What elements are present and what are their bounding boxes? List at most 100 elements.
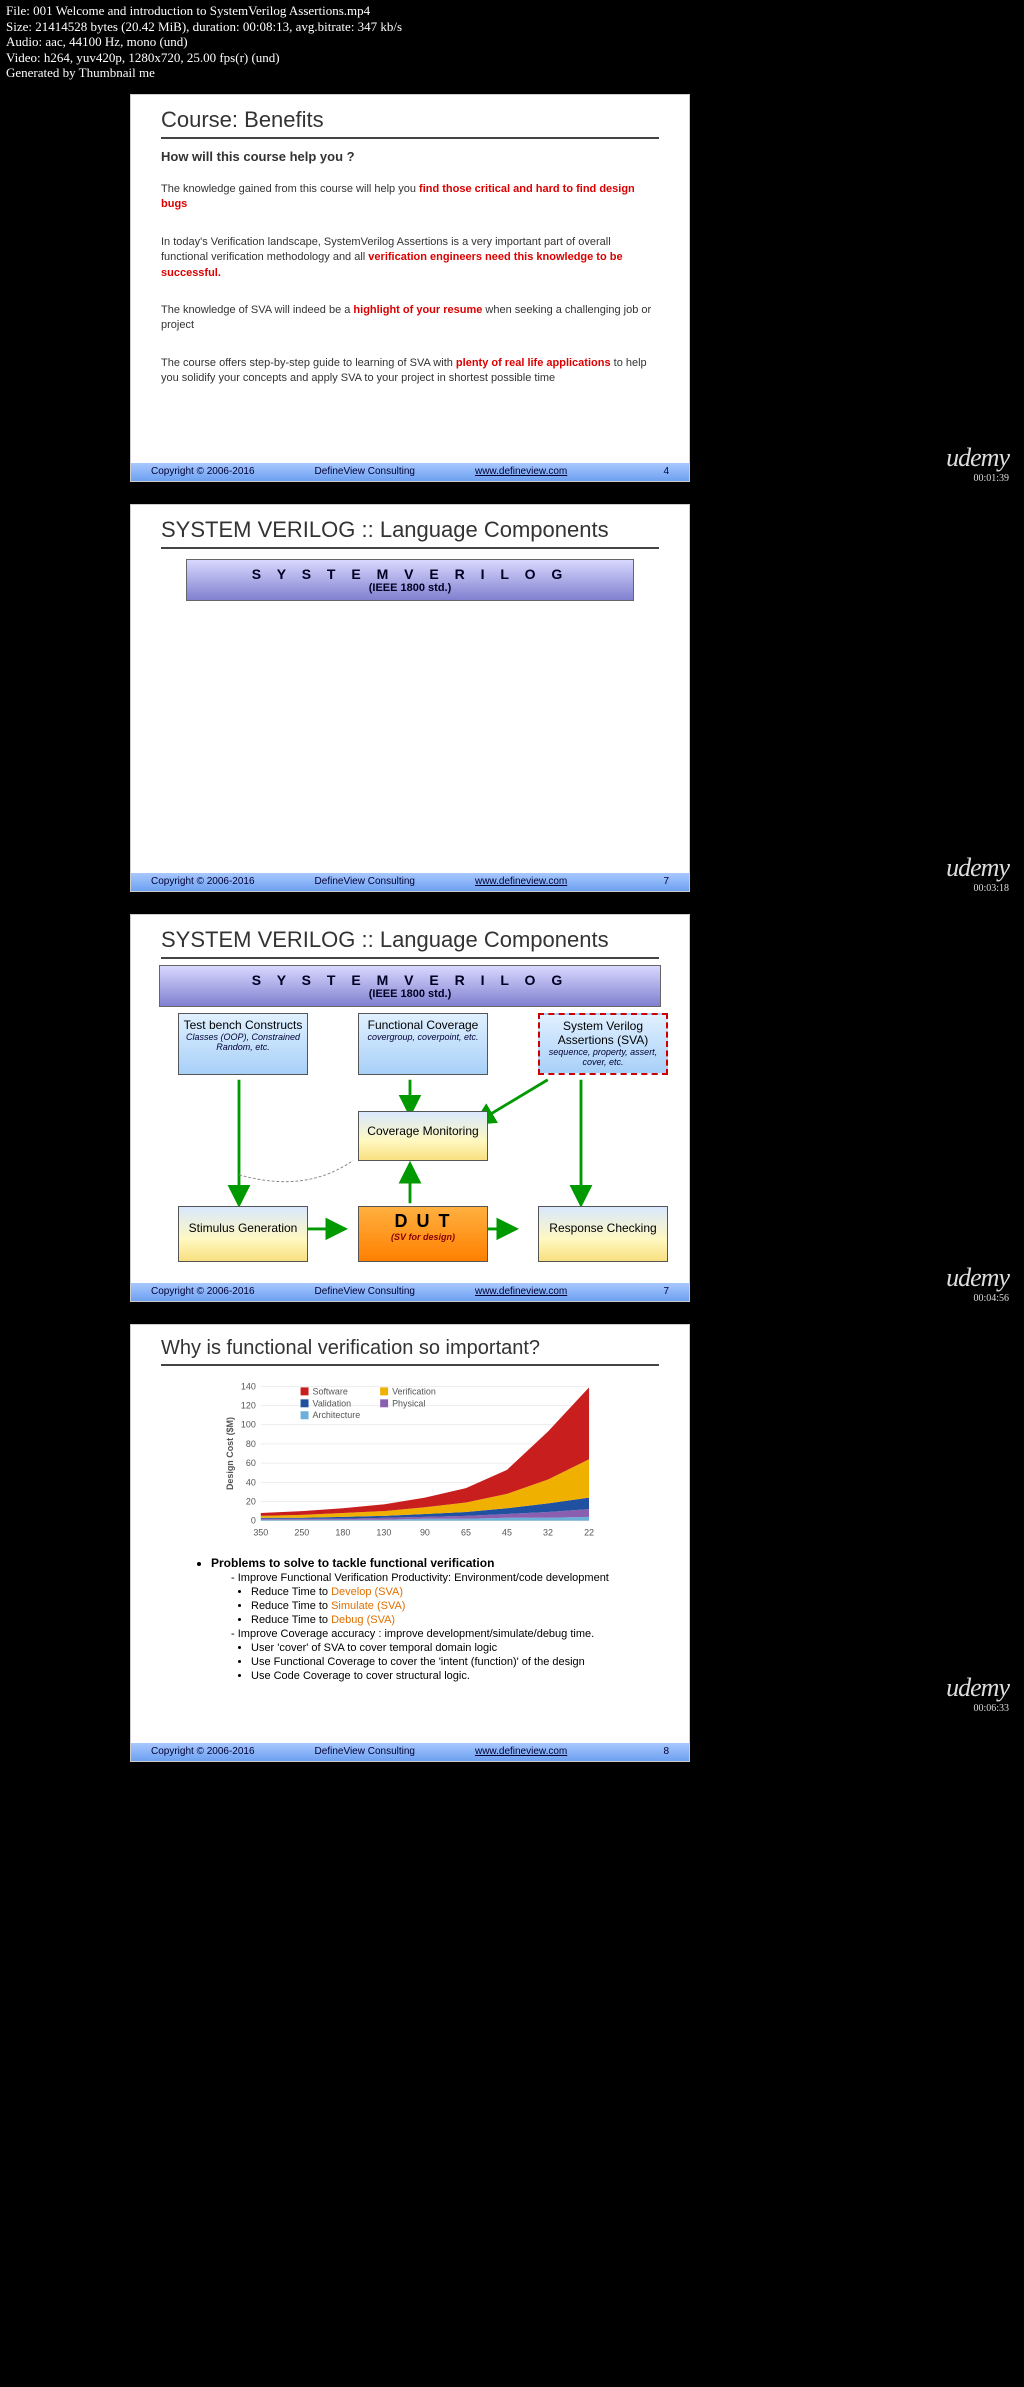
thumbnail-frame-2: SYSTEM VERILOG :: Language Components S … <box>0 494 1024 904</box>
box-response-check: Response Checking <box>538 1206 668 1262</box>
copyright: Copyright © 2006-2016 <box>151 876 255 887</box>
svg-text:Architecture: Architecture <box>313 1410 361 1420</box>
thumbnail-frame-4: Why is functional verification so import… <box>0 1314 1024 1774</box>
fi-line: Video: h264, yuv420p, 1280x720, 25.00 fp… <box>6 50 1018 66</box>
sv-header-box: S Y S T E M V E R I L O G (IEEE 1800 std… <box>159 965 661 1007</box>
svg-text:Verification: Verification <box>392 1386 436 1396</box>
svg-text:100: 100 <box>241 1420 256 1430</box>
svg-text:45: 45 <box>502 1528 512 1538</box>
page-num: 7 <box>663 876 669 887</box>
para: The knowledge of SVA will indeed be a hi… <box>161 303 659 334</box>
fi-line: Size: 21414528 bytes (20.42 MiB), durati… <box>6 19 1018 35</box>
para: In today's Verification landscape, Syste… <box>161 235 659 281</box>
box-coverage-monitoring: Coverage Monitoring <box>358 1111 488 1161</box>
sv-header-sub: (IEEE 1800 std.) <box>193 582 627 594</box>
bullet: Improve Functional Verification Producti… <box>231 1572 629 1584</box>
box-sva: System Verilog Assertions (SVA)sequence,… <box>538 1013 668 1075</box>
footer-url[interactable]: www.defineview.com <box>475 466 567 477</box>
svg-text:40: 40 <box>246 1477 256 1487</box>
svg-text:22: 22 <box>584 1528 594 1538</box>
timestamp: 00:03:18 <box>946 883 1009 894</box>
svg-text:0: 0 <box>251 1516 256 1526</box>
bullet: Use Functional Coverage to cover the 'in… <box>251 1656 629 1668</box>
file-info: File: 001 Welcome and introduction to Sy… <box>0 0 1024 84</box>
bullet: User 'cover' of SVA to cover temporal do… <box>251 1642 629 1654</box>
company: DefineView Consulting <box>315 1746 415 1757</box>
watermark: udemy 00:01:39 <box>946 443 1009 484</box>
bullet: Reduce Time to Develop (SVA) <box>251 1586 629 1598</box>
svg-text:80: 80 <box>246 1439 256 1449</box>
box-stimulus-gen: Stimulus Generation <box>178 1206 308 1262</box>
timestamp: 00:01:39 <box>946 473 1009 484</box>
svg-text:Validation: Validation <box>313 1398 352 1408</box>
para: The knowledge gained from this course wi… <box>161 182 659 213</box>
bullet-head: Problems to solve to tackle functional v… <box>211 1556 629 1570</box>
slide-title: Why is functional verification so import… <box>161 1337 659 1366</box>
watermark: udemy 00:03:18 <box>946 853 1009 894</box>
bullet: Reduce Time to Debug (SVA) <box>251 1614 629 1626</box>
udemy-logo: udemy <box>946 443 1009 473</box>
fi-line: Generated by Thumbnail me <box>6 65 1018 81</box>
footer-url[interactable]: www.defineview.com <box>475 1286 567 1297</box>
svg-text:120: 120 <box>241 1401 256 1411</box>
slide-subtitle: How will this course help you ? <box>161 149 659 164</box>
slide-title: SYSTEM VERILOG :: Language Components <box>161 927 659 959</box>
watermark: udemy 00:06:33 <box>946 1673 1009 1714</box>
slide-footer: Copyright © 2006-2016 DefineView Consult… <box>131 1743 689 1761</box>
svg-text:32: 32 <box>543 1528 553 1538</box>
svg-text:350: 350 <box>253 1528 268 1538</box>
company: DefineView Consulting <box>315 466 415 477</box>
slide-footer: Copyright © 2006-2016 DefineView Consult… <box>131 873 689 891</box>
fi-line: Audio: aac, 44100 Hz, mono (und) <box>6 34 1018 50</box>
svg-text:90: 90 <box>420 1528 430 1538</box>
copyright: Copyright © 2006-2016 <box>151 466 255 477</box>
footer-url[interactable]: www.defineview.com <box>475 876 567 887</box>
bullet-list: Problems to solve to tackle functional v… <box>191 1556 629 1682</box>
para: The course offers step-by-step guide to … <box>161 356 659 387</box>
svg-text:130: 130 <box>376 1528 391 1538</box>
page-num: 8 <box>663 1746 669 1757</box>
slide-lang-components-2: SYSTEM VERILOG :: Language Components S … <box>130 914 690 1302</box>
page-num: 4 <box>663 466 669 477</box>
slide-title: SYSTEM VERILOG :: Language Components <box>161 517 659 549</box>
svg-text:20: 20 <box>246 1496 256 1506</box>
svg-text:Design Cost ($M): Design Cost ($M) <box>225 1417 235 1490</box>
sv-header-title: S Y S T E M V E R I L O G <box>166 972 654 988</box>
thumbnail-frame-1: Course: Benefits How will this course he… <box>0 84 1024 494</box>
bullet: Improve Coverage accuracy : improve deve… <box>231 1628 629 1640</box>
box-functional-coverage: Functional Coveragecovergroup, coverpoin… <box>358 1013 488 1075</box>
company: DefineView Consulting <box>315 1286 415 1297</box>
watermark: udemy 00:04:56 <box>946 1263 1009 1304</box>
udemy-logo: udemy <box>946 853 1009 883</box>
svg-text:180: 180 <box>335 1528 350 1538</box>
slide-benefits: Course: Benefits How will this course he… <box>130 94 690 482</box>
slide-footer: Copyright © 2006-2016 DefineView Consult… <box>131 463 689 481</box>
udemy-logo: udemy <box>946 1673 1009 1703</box>
thumbnail-frame-3: SYSTEM VERILOG :: Language Components S … <box>0 904 1024 1314</box>
svg-text:60: 60 <box>246 1458 256 1468</box>
sv-header-sub: (IEEE 1800 std.) <box>166 988 654 1000</box>
box-dut: D U T(SV for design) <box>358 1206 488 1262</box>
box-testbench: Test bench ConstructsClasses (OOP), Cons… <box>178 1013 308 1075</box>
page-num: 7 <box>663 1286 669 1297</box>
fi-line: File: 001 Welcome and introduction to Sy… <box>6 3 1018 19</box>
svg-text:Software: Software <box>313 1386 348 1396</box>
slide-verification-importance: Why is functional verification so import… <box>130 1324 690 1762</box>
timestamp: 00:06:33 <box>946 1703 1009 1714</box>
block-diagram: Test bench ConstructsClasses (OOP), Cons… <box>163 1011 657 1291</box>
svg-text:140: 140 <box>241 1381 256 1391</box>
slide-footer: Copyright © 2006-2016 DefineView Consult… <box>131 1283 689 1301</box>
sv-header-box: S Y S T E M V E R I L O G (IEEE 1800 std… <box>186 559 634 601</box>
bullet: Use Code Coverage to cover structural lo… <box>251 1670 629 1682</box>
footer-url[interactable]: www.defineview.com <box>475 1746 567 1757</box>
udemy-logo: udemy <box>946 1263 1009 1293</box>
svg-text:65: 65 <box>461 1528 471 1538</box>
timestamp: 00:04:56 <box>946 1293 1009 1304</box>
company: DefineView Consulting <box>315 876 415 887</box>
svg-text:250: 250 <box>294 1528 309 1538</box>
bullet: Reduce Time to Simulate (SVA) <box>251 1600 629 1612</box>
stacked-area-chart: 0 20 40 60 80 100 120 140 350 250 180 130 90 65 45 32 22… <box>221 1376 599 1546</box>
svg-text:Physical: Physical <box>392 1398 425 1408</box>
copyright: Copyright © 2006-2016 <box>151 1286 255 1297</box>
copyright: Copyright © 2006-2016 <box>151 1746 255 1757</box>
